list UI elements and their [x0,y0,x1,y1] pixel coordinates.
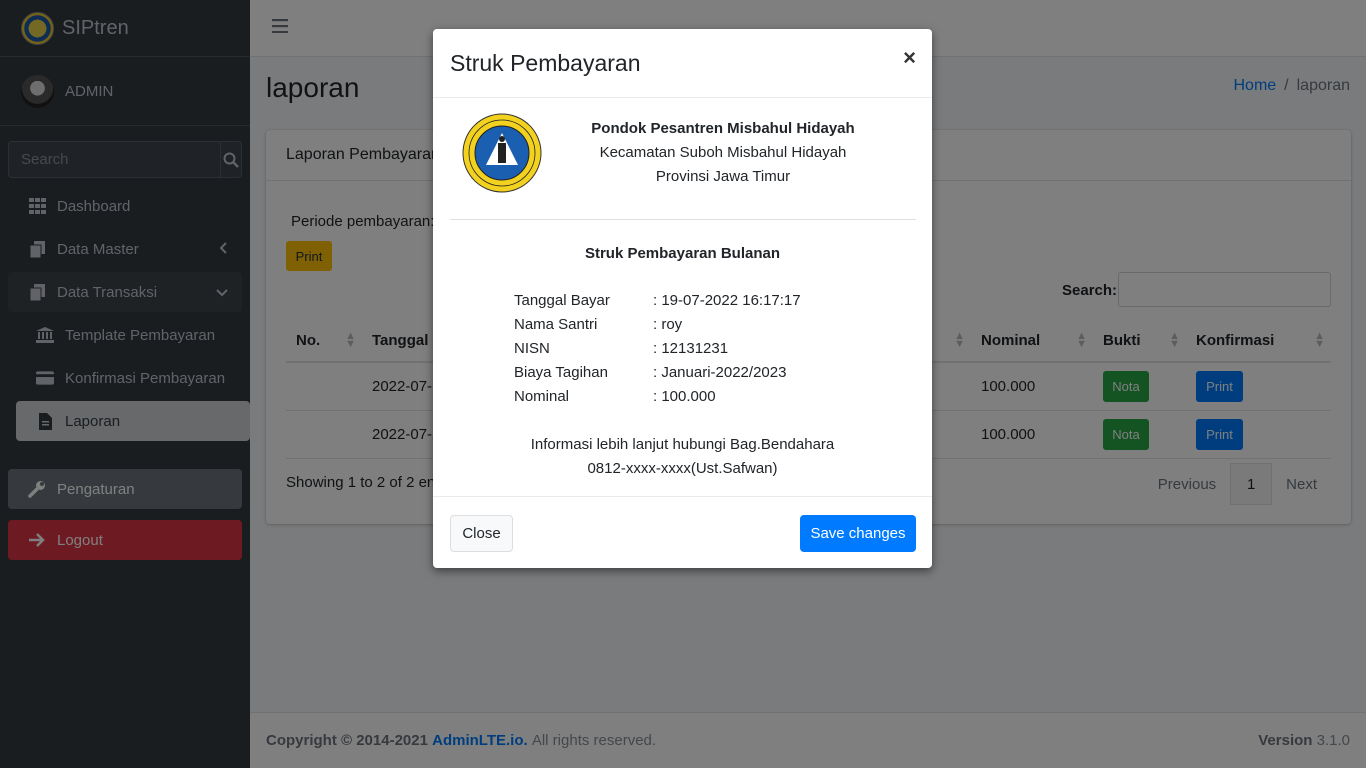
organization-info: Pondok Pesantren Misbahul Hidayah Kecama… [573,117,873,189]
contact-info: Informasi lebih lanjut hubungi Bag.Benda… [433,433,932,481]
contact-line-1: Informasi lebih lanjut hubungi Bag.Benda… [530,436,835,453]
close-button[interactable]: Close [450,515,513,552]
org-province: Provinsi Jawa Timur [655,168,791,185]
receipt-row: Tanggal Bayar : 19-07-2022 16:17:17 [514,289,801,313]
field-label: NISN [514,340,550,357]
field-label: Tanggal Bayar [514,292,610,309]
field-label: Biaya Tagihan [514,364,608,381]
receipt-row: NISN : 12131231 [514,337,801,361]
receipt-row: Nama Santri : roy [514,313,801,337]
modal-footer: Close Save changes [433,496,932,568]
field-value: : 12131231 [653,340,729,357]
field-value: : 19-07-2022 16:17:17 [653,292,801,309]
contact-line-2: 0812-xxxx-xxxx(Ust.Safwan) [587,460,778,477]
field-value: : roy [653,316,683,333]
org-name: Pondok Pesantren Misbahul Hidayah [591,120,855,137]
divider [450,219,916,220]
modal-header: Struk Pembayaran [433,29,932,98]
field-label: Nama Santri [514,316,598,333]
receipt-row: Nominal : 100.000 [514,385,801,409]
field-label: Nominal [514,388,570,405]
receipt-row: Biaya Tagihan : Januari-2022/2023 [514,361,801,385]
field-value: : 100.000 [653,388,716,405]
org-district: Kecamatan Suboh Misbahul Hidayah [599,144,847,161]
modal-title: Struk Pembayaran [450,49,641,76]
receipt-title: Struk Pembayaran Bulanan [584,245,781,262]
field-value: : Januari-2022/2023 [653,364,787,381]
save-changes-button[interactable]: Save changes [800,515,916,552]
receipt-modal: Struk Pembayaran × Pondok Pesantren Misb… [433,29,932,568]
pesantren-seal-logo [462,113,542,193]
close-icon[interactable]: × [903,45,916,71]
receipt-details: Tanggal Bayar : 19-07-2022 16:17:17 Nama … [514,289,801,409]
